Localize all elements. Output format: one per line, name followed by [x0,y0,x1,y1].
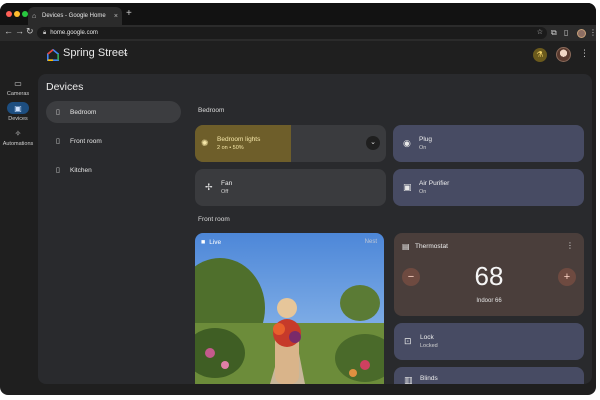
address-bar[interactable]: 🔒︎ home.google.com ☆ [37,27,547,39]
page-title: Devices [46,81,84,93]
device-name: Blinds [420,375,438,382]
tab-strip: ⌂ Devices - Google Home × + [0,3,596,25]
video-camera-icon: ■ [201,239,206,246]
fan-tile[interactable]: ✢ Fan Off [195,169,386,206]
devices-icon: ▣ [7,102,29,114]
light-bulb-icon: ✺ [201,138,209,148]
lock-icon: ⊡ [404,336,412,346]
chevron-down-icon[interactable]: ⌄ [366,136,380,150]
tab-title: Devices - Google Home [42,13,106,19]
rail-item-automations[interactable]: ✧ Automations [0,127,36,148]
more-options-icon[interactable]: ⋮ [566,241,574,250]
device-status: Locked [420,343,438,349]
bookmark-star-icon[interactable]: ☆ [537,28,543,36]
automations-icon: ✧ [14,128,22,138]
rail-item-devices[interactable]: ▣ Devices [0,102,36,122]
rail-label: Cameras [6,91,30,97]
browser-window: ⌂ Devices - Google Home × + ← → ↻ 🔒︎ hom… [0,3,596,395]
thermostat-tile[interactable]: ▤ Thermostat ⋮ − 68 + Indoor 66 [394,233,584,316]
live-indicator: ■ Live [201,239,221,246]
indoor-temperature: Indoor 66 [476,298,502,304]
device-status: On [419,145,427,151]
lock-tile[interactable]: ⊡ Lock Locked [394,323,584,360]
new-tab-button[interactable]: + [126,8,132,19]
bedroom-lights-tile[interactable]: ✺ Bedroom lights 2 on • 50% ⌄ [195,125,386,162]
air-purifier-icon: ▣ [403,182,412,192]
forward-arrow-icon[interactable]: → [15,26,24,36]
device-name: Bedroom lights [217,136,261,143]
temperature-setpoint: 68 [474,261,504,291]
room-label: Front room [70,137,102,145]
browser-menu-icon[interactable]: ⋮ [589,28,596,37]
app-header: Spring Street ⌄ ⚗ ⋮ [0,41,596,69]
profile-avatar[interactable] [577,29,586,38]
url-text: home.google.com [50,30,98,36]
close-window-button[interactable] [6,11,12,17]
google-home-logo-icon [47,49,59,61]
camera-live-tile[interactable]: ■ Live Nest [195,233,384,384]
device-name: Lock [420,334,434,341]
section-heading-front-room: Front room [198,216,230,223]
device-status: Off [221,189,229,195]
section-heading-bedroom: Bedroom [198,107,225,114]
reload-icon[interactable]: ↻ [26,26,34,37]
back-arrow-icon[interactable]: ← [4,26,13,36]
navigation-rail: ▭ Cameras ▣ Devices ✧ Automations [0,69,36,395]
minimize-window-button[interactable] [14,11,20,17]
door-icon: ▯ [56,167,60,174]
device-name: Thermostat [415,243,448,250]
rail-label: Devices [8,116,28,122]
door-icon: ▯ [56,138,60,145]
device-status: 2 on • 50% [217,145,244,151]
fan-icon: ✢ [205,182,213,192]
air-purifier-tile[interactable]: ▣ Air Purifier On [393,169,584,206]
rail-label: Automations [2,141,34,147]
room-item-front-room[interactable]: ▯ Front room [46,130,181,152]
increase-temperature-button[interactable]: + [558,268,576,286]
room-item-bedroom[interactable]: ▯ Bedroom [46,101,181,123]
camera-brand-label: Nest [364,239,377,245]
home-favicon-icon: ⌂ [32,12,37,20]
devices-panel: Devices ▯ Bedroom ▯ Front room ▯ Kitchen… [38,74,592,384]
blinds-icon: ▥ [404,375,413,384]
side-panel-icon[interactable]: ▯ [564,28,568,37]
chevron-down-icon[interactable]: ⌄ [122,47,130,58]
rail-item-cameras[interactable]: ▭ Cameras [0,77,36,98]
plug-tile[interactable]: ◉ Plug On [393,125,584,162]
home-name-selector[interactable]: Spring Street [63,47,127,59]
labs-flask-icon[interactable]: ⚗ [533,48,547,62]
blinds-tile[interactable]: ▥ Blinds [394,367,584,384]
device-name: Fan [221,180,233,187]
device-name: Plug [419,136,433,143]
browser-toolbar: ← → ↻ 🔒︎ home.google.com ☆ ⧉ ▯ ⋮ [0,25,596,41]
tab-close-icon[interactable]: × [114,13,118,20]
device-status: On [419,189,427,195]
camera-icon: ▭ [14,78,22,88]
more-options-icon[interactable]: ⋮ [580,48,589,59]
door-icon: ▯ [56,109,60,116]
room-list: ▯ Bedroom ▯ Front room ▯ Kitchen [46,101,181,188]
device-name: Air Purifier [419,180,450,187]
thermostat-icon: ▤ [402,242,410,251]
room-label: Kitchen [70,166,92,174]
extensions-icon[interactable]: ⧉ [551,28,557,38]
live-label: Live [209,239,222,246]
account-avatar[interactable] [556,47,571,62]
site-info-icon[interactable]: 🔒︎ [43,30,46,37]
room-item-kitchen[interactable]: ▯ Kitchen [46,159,181,181]
camera-feed-image [195,233,384,384]
browser-tab[interactable]: ⌂ Devices - Google Home × [28,7,122,25]
room-label: Bedroom [70,108,97,116]
plug-icon: ◉ [403,138,411,148]
